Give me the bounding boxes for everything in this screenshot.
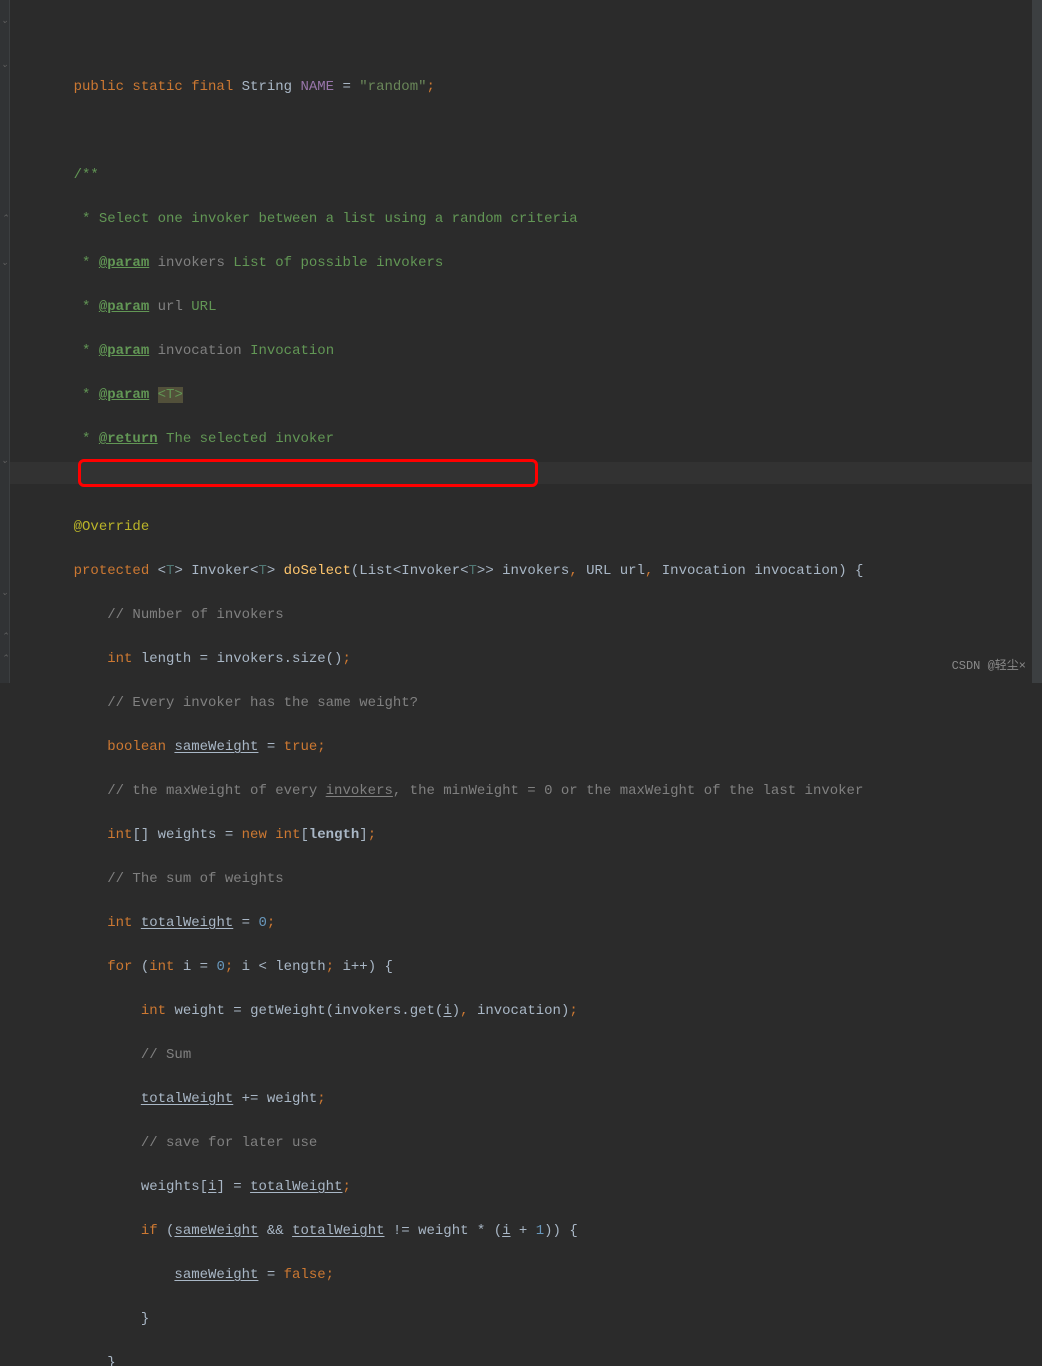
javadoc: /** [40, 164, 1042, 186]
code-editor[interactable]: ⌄ ⌄ ⌃ ⌄ ⌄ ⌄ ⌃ ⌃ 💡 public static final St… [0, 0, 1042, 683]
keyword: public static final [74, 79, 242, 95]
comment: // Number of invokers [107, 607, 283, 623]
code-content[interactable]: public static final String NAME = "rando… [10, 0, 1042, 683]
scrollbar[interactable] [1032, 0, 1042, 683]
return-tag: @return [99, 431, 158, 447]
watermark: CSDN @轻尘× [952, 656, 1026, 673]
override-annotation: @Override [74, 519, 150, 535]
param-tag: @param [99, 255, 149, 271]
highlighted-line: int weight = getWeight(invokers.get(i), … [40, 1000, 1042, 1022]
editor-gutter: ⌄ ⌄ ⌃ ⌄ ⌄ ⌄ ⌃ ⌃ [0, 0, 10, 683]
method-name: doSelect [284, 563, 351, 579]
